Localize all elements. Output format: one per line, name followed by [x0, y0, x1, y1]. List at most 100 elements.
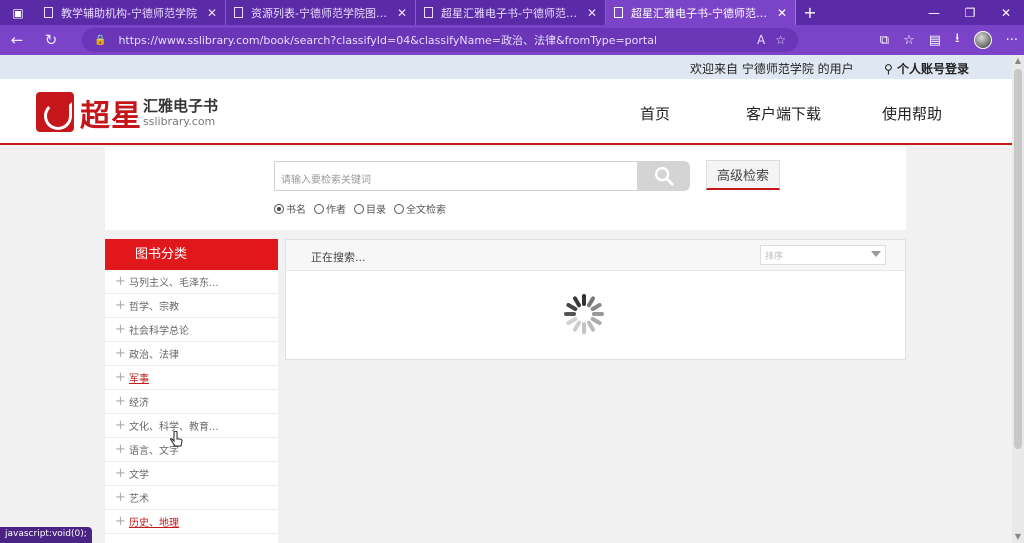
- expand-icon[interactable]: +: [115, 346, 126, 361]
- new-tab-button[interactable]: +: [796, 0, 824, 25]
- expand-icon[interactable]: +: [115, 418, 126, 433]
- close-icon[interactable]: ✕: [587, 6, 597, 20]
- favorites-icon[interactable]: ☆: [903, 33, 915, 48]
- close-icon[interactable]: ✕: [777, 6, 787, 20]
- category-label[interactable]: 社会科学总论: [129, 322, 189, 337]
- category-item[interactable]: + 历史、地理: [105, 510, 278, 534]
- scrollbar-thumb[interactable]: [1014, 69, 1022, 449]
- top-strip: 欢迎来自 宁德师范学院 的用户 ⚲ 个人账号登录: [0, 55, 1012, 79]
- category-item[interactable]: + 社会科学总论: [105, 318, 278, 342]
- scroll-down-icon[interactable]: ▼: [1012, 531, 1024, 543]
- favorite-add-icon[interactable]: ☆: [775, 33, 786, 47]
- browser-tab-3[interactable]: 超星汇雅电子书-宁德师范学院 ✕: [416, 0, 606, 25]
- collections-icon[interactable]: ▤: [929, 33, 941, 48]
- category-item[interactable]: + 哲学、宗教: [105, 294, 278, 318]
- expand-icon[interactable]: +: [115, 298, 126, 313]
- read-aloud-icon[interactable]: A: [757, 33, 765, 47]
- radio-dot: [394, 203, 404, 214]
- advanced-search-button[interactable]: 高级检索: [706, 160, 780, 190]
- results-header: 正在搜索... 排序: [286, 240, 905, 271]
- tab-actions-icon[interactable]: ▣: [0, 0, 36, 25]
- profile-avatar[interactable]: [973, 31, 992, 49]
- nav-client-download[interactable]: 客户端下载: [746, 103, 821, 124]
- more-icon[interactable]: ···: [1006, 33, 1018, 48]
- minimize-icon[interactable]: —: [916, 0, 952, 25]
- logo-url: sslibrary.com: [143, 115, 216, 128]
- radio-dot: [354, 203, 364, 214]
- results-panel: 正在搜索... 排序: [285, 239, 906, 360]
- browser-toolbar: ⧉ ☆ ▤ ⭳ ···: [880, 25, 1018, 55]
- sidebar-title: 图书分类: [105, 239, 278, 270]
- category-label[interactable]: 哲学、宗教: [129, 298, 179, 313]
- expand-icon[interactable]: +: [115, 514, 126, 529]
- scroll-up-icon[interactable]: ▲: [1012, 55, 1024, 67]
- category-item[interactable]: + 马列主义、毛泽东...: [105, 270, 278, 294]
- tab-title: 资源列表-宁德师范学院图书馆: [251, 6, 391, 20]
- sort-select[interactable]: 排序: [760, 245, 886, 265]
- category-item[interactable]: + 语言、文字: [105, 438, 278, 462]
- url-text: https://www.sslibrary.com/book/search?cl…: [118, 34, 658, 47]
- search-panel: 请输入要检索关键词 高级检索 书名 作者 目录 全文检索: [105, 147, 906, 230]
- expand-icon[interactable]: +: [115, 466, 126, 481]
- category-label[interactable]: 政治、法律: [129, 346, 179, 361]
- expand-icon[interactable]: +: [115, 322, 126, 337]
- category-label[interactable]: 历史、地理: [129, 514, 179, 529]
- browser-tab-4[interactable]: 超星汇雅电子书-宁德师范学院 ✕: [606, 0, 796, 25]
- category-sidebar: 图书分类 + 马列主义、毛泽东... + 哲学、宗教 + 社会科学总论 + 政治、法律 …: [105, 239, 278, 543]
- category-item[interactable]: + 文学: [105, 462, 278, 486]
- lock-icon[interactable]: 🔒: [94, 35, 106, 46]
- category-label[interactable]: 艺术: [129, 490, 149, 505]
- category-item[interactable]: + 艺术: [105, 486, 278, 510]
- tab-bar: ▣ 教学辅助机构-宁德师范学院 ✕ 资源列表-宁德师范学院图书馆 ✕ 超星汇雅电…: [0, 0, 1024, 25]
- nav-help[interactable]: 使用帮助: [882, 103, 942, 124]
- nav-home[interactable]: 首页: [640, 103, 670, 124]
- category-label[interactable]: 经济: [129, 394, 149, 409]
- close-icon[interactable]: ✕: [397, 6, 407, 20]
- radio-label: 全文检索: [406, 205, 446, 216]
- search-status: 正在搜索...: [311, 251, 366, 264]
- restore-icon[interactable]: ❐: [952, 0, 988, 25]
- category-item[interactable]: + 文化、科学、教育...: [105, 414, 278, 438]
- radio-label: 书名: [286, 205, 306, 216]
- page-icon: [44, 7, 53, 18]
- refresh-icon[interactable]: ↻: [34, 25, 68, 55]
- category-item[interactable]: + 政治、法律: [105, 342, 278, 366]
- radio-fulltext[interactable]: 全文检索: [394, 201, 446, 216]
- url-field[interactable]: 🔒 https://www.sslibrary.com/book/search?…: [82, 28, 798, 52]
- expand-icon[interactable]: +: [115, 394, 126, 409]
- category-label[interactable]: 文学: [129, 466, 149, 481]
- user-icon: ⚲: [884, 62, 893, 76]
- expand-icon[interactable]: +: [115, 370, 126, 385]
- downloads-icon[interactable]: ⭳: [955, 29, 960, 51]
- extensions-icon[interactable]: ⧉: [880, 33, 889, 48]
- expand-icon[interactable]: +: [115, 490, 126, 505]
- search-input[interactable]: 请输入要检索关键词: [274, 161, 638, 191]
- loading-spinner-icon: [564, 294, 604, 334]
- address-bar: ← ↻ 🔒 https://www.sslibrary.com/book/sea…: [0, 25, 1024, 55]
- expand-icon[interactable]: +: [115, 442, 126, 457]
- category-item[interactable]: + 军事: [105, 366, 278, 390]
- chevron-down-icon: [871, 251, 881, 257]
- radio-title[interactable]: 书名: [274, 201, 306, 216]
- page-scrollbar[interactable]: ▲ ▼: [1012, 55, 1024, 543]
- close-icon[interactable]: ✕: [207, 6, 217, 20]
- logo-text[interactable]: 超星: [80, 91, 142, 135]
- browser-tab-1[interactable]: 教学辅助机构-宁德师范学院 ✕: [36, 0, 226, 25]
- radio-toc[interactable]: 目录: [354, 201, 386, 216]
- category-item[interactable]: + 经济: [105, 390, 278, 414]
- search-field-options: 书名 作者 目录 全文检索: [274, 201, 446, 216]
- category-label[interactable]: 马列主义、毛泽东...: [129, 274, 219, 289]
- logo-icon[interactable]: [36, 92, 74, 132]
- web-page: 欢迎来自 宁德师范学院 的用户 ⚲ 个人账号登录 超星 汇雅电子书 sslibr…: [0, 55, 1012, 543]
- radio-author[interactable]: 作者: [314, 201, 346, 216]
- close-window-icon[interactable]: ✕: [988, 0, 1024, 25]
- search-button[interactable]: [637, 161, 690, 191]
- logo-subtitle: 汇雅电子书: [143, 97, 219, 115]
- login-link[interactable]: ⚲ 个人账号登录: [884, 60, 969, 77]
- back-icon[interactable]: ←: [0, 25, 34, 55]
- category-label[interactable]: 军事: [129, 370, 149, 385]
- expand-icon[interactable]: +: [115, 274, 126, 289]
- browser-tab-2[interactable]: 资源列表-宁德师范学院图书馆 ✕: [226, 0, 416, 25]
- login-label: 个人账号登录: [896, 62, 969, 76]
- hand-cursor-icon: [170, 431, 183, 447]
